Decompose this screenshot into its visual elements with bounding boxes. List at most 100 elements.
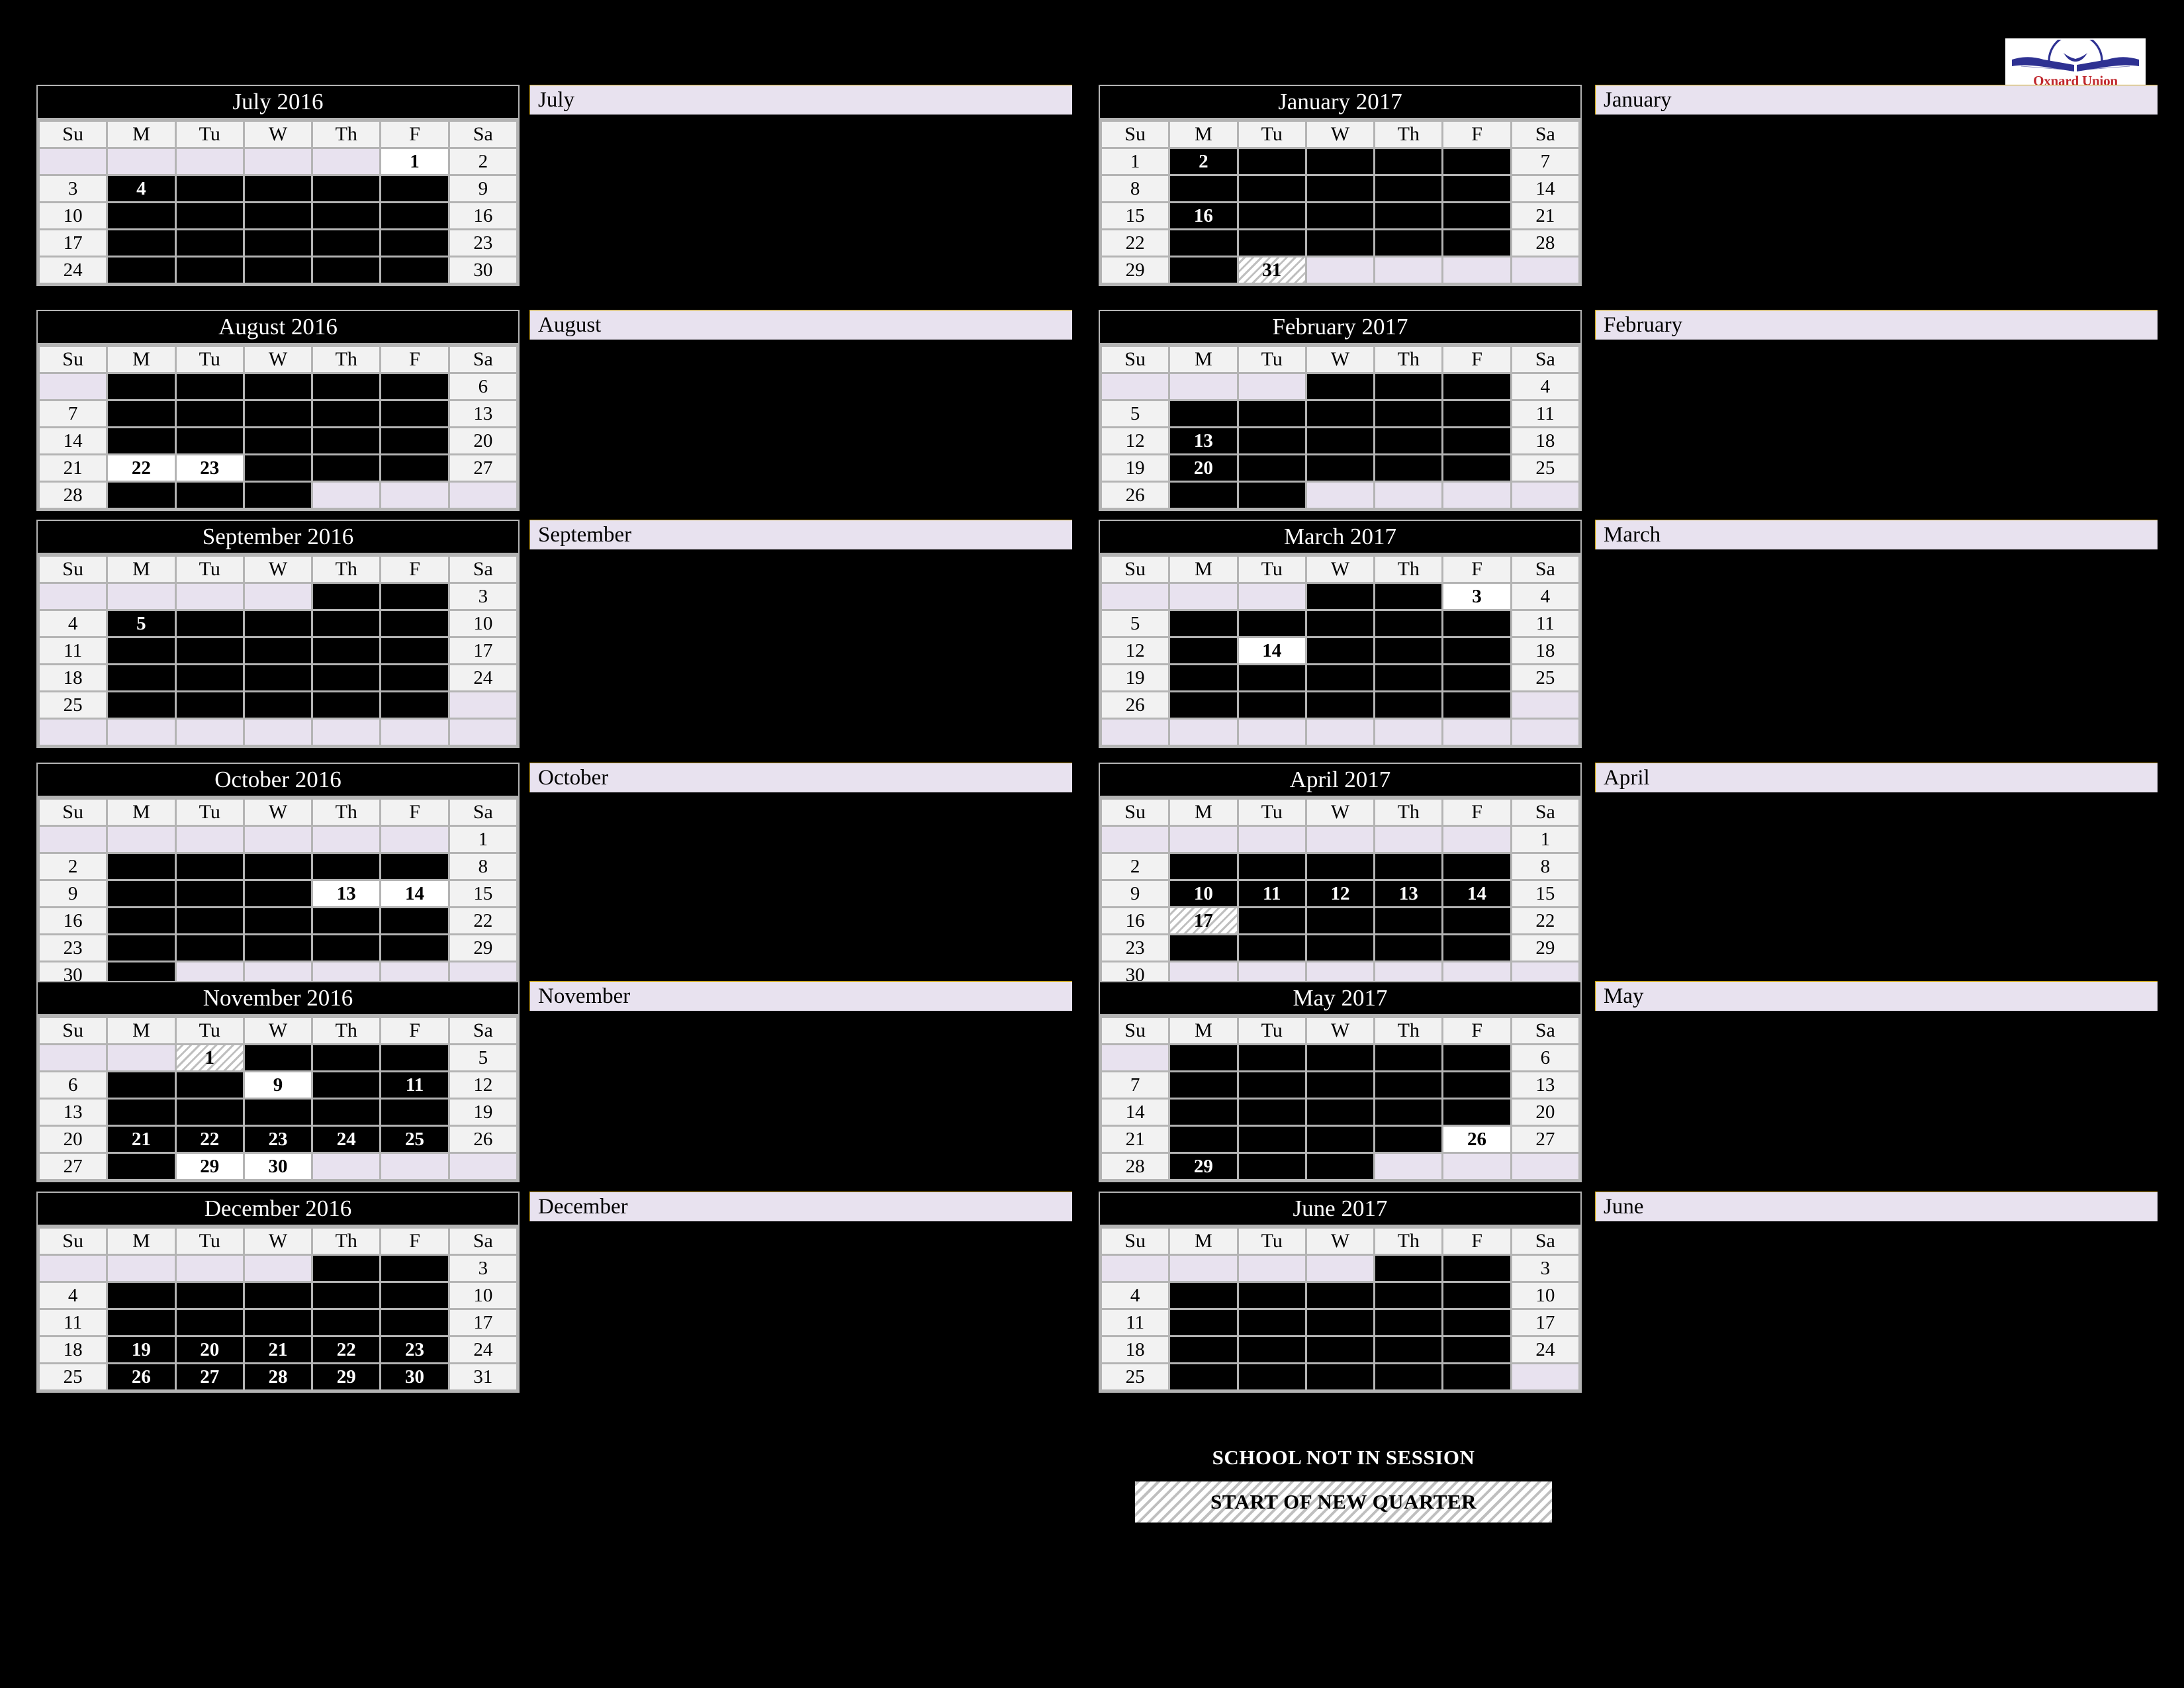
day-cell[interactable]: 4 <box>108 176 175 201</box>
day-cell[interactable] <box>1306 1337 1374 1362</box>
day-cell[interactable] <box>108 428 175 453</box>
day-cell[interactable]: 19 <box>1102 455 1169 481</box>
month-note-body[interactable] <box>529 340 1072 516</box>
day-cell[interactable] <box>1238 1283 1305 1308</box>
day-cell[interactable] <box>1306 638 1374 663</box>
day-cell[interactable] <box>108 935 175 961</box>
day-cell[interactable]: 6 <box>1512 1045 1578 1070</box>
day-cell[interactable]: 20 <box>449 428 516 453</box>
day-cell[interactable] <box>1443 665 1510 690</box>
day-cell[interactable]: 18 <box>40 1337 107 1362</box>
day-cell[interactable] <box>1238 1072 1305 1098</box>
day-cell[interactable]: 13 <box>1170 428 1237 453</box>
day-cell[interactable] <box>1375 230 1442 256</box>
day-cell[interactable]: 26 <box>108 1364 175 1389</box>
day-cell[interactable] <box>176 908 243 933</box>
day-cell[interactable]: 29 <box>1170 1154 1237 1179</box>
day-cell[interactable] <box>381 428 448 453</box>
day-cell[interactable] <box>313 428 380 453</box>
day-cell[interactable]: 11 <box>1512 401 1578 426</box>
day-cell[interactable] <box>1170 401 1237 426</box>
day-cell[interactable]: 24 <box>449 1337 516 1362</box>
day-cell[interactable] <box>381 935 448 961</box>
day-cell[interactable]: 21 <box>1102 1127 1169 1152</box>
day-cell[interactable]: 20 <box>176 1337 243 1362</box>
day-cell[interactable]: 28 <box>1512 230 1578 256</box>
day-cell[interactable]: 13 <box>449 401 516 426</box>
day-cell[interactable]: 25 <box>40 692 107 718</box>
day-cell[interactable]: 13 <box>40 1100 107 1125</box>
day-cell[interactable] <box>1443 374 1510 399</box>
day-cell[interactable] <box>1238 401 1305 426</box>
day-cell[interactable] <box>381 374 448 399</box>
day-cell[interactable]: 6 <box>449 374 516 399</box>
day-cell[interactable]: 29 <box>176 1154 243 1179</box>
day-cell[interactable] <box>313 203 380 228</box>
day-cell[interactable] <box>313 401 380 426</box>
day-cell[interactable] <box>1238 1154 1305 1179</box>
day-cell[interactable] <box>108 258 175 283</box>
day-cell[interactable] <box>244 203 312 228</box>
day-cell[interactable]: 31 <box>449 1364 516 1389</box>
day-cell[interactable]: 23 <box>244 1127 312 1152</box>
day-cell[interactable] <box>1170 935 1237 961</box>
day-cell[interactable]: 31 <box>1238 258 1305 283</box>
day-cell[interactable] <box>1238 1337 1305 1362</box>
day-cell[interactable] <box>1306 854 1374 879</box>
day-cell[interactable] <box>1170 483 1237 508</box>
day-cell[interactable] <box>381 584 448 609</box>
day-cell[interactable] <box>381 203 448 228</box>
day-cell[interactable] <box>108 401 175 426</box>
day-cell[interactable] <box>1306 401 1374 426</box>
day-cell[interactable] <box>381 611 448 636</box>
day-cell[interactable]: 7 <box>1512 149 1578 174</box>
day-cell[interactable] <box>108 374 175 399</box>
day-cell[interactable] <box>313 638 380 663</box>
day-cell[interactable] <box>176 665 243 690</box>
day-cell[interactable]: 18 <box>40 665 107 690</box>
day-cell[interactable] <box>244 176 312 201</box>
day-cell[interactable]: 22 <box>1102 230 1169 256</box>
day-cell[interactable] <box>1238 665 1305 690</box>
day-cell[interactable] <box>1375 374 1442 399</box>
day-cell[interactable] <box>1375 935 1442 961</box>
day-cell[interactable] <box>1375 854 1442 879</box>
day-cell[interactable]: 23 <box>40 935 107 961</box>
day-cell[interactable] <box>1443 1283 1510 1308</box>
day-cell[interactable] <box>313 1310 380 1335</box>
day-cell[interactable] <box>108 638 175 663</box>
day-cell[interactable] <box>108 230 175 256</box>
month-note-body[interactable] <box>529 792 1072 977</box>
day-cell[interactable] <box>1306 1283 1374 1308</box>
day-cell[interactable] <box>313 584 380 609</box>
day-cell[interactable]: 18 <box>1512 638 1578 663</box>
day-cell[interactable] <box>313 665 380 690</box>
day-cell[interactable]: 14 <box>381 881 448 906</box>
day-cell[interactable]: 26 <box>1102 483 1169 508</box>
day-cell[interactable] <box>381 230 448 256</box>
month-note-body[interactable] <box>529 1011 1072 1188</box>
day-cell[interactable] <box>1238 611 1305 636</box>
day-cell[interactable]: 4 <box>1512 584 1578 609</box>
day-cell[interactable]: 1 <box>449 827 516 852</box>
day-cell[interactable] <box>244 428 312 453</box>
day-cell[interactable]: 29 <box>449 935 516 961</box>
day-cell[interactable]: 23 <box>176 455 243 481</box>
day-cell[interactable] <box>1306 908 1374 933</box>
day-cell[interactable] <box>313 908 380 933</box>
day-cell[interactable]: 9 <box>244 1072 312 1098</box>
day-cell[interactable] <box>244 1100 312 1125</box>
day-cell[interactable] <box>1238 455 1305 481</box>
day-cell[interactable]: 21 <box>108 1127 175 1152</box>
day-cell[interactable] <box>1170 1100 1237 1125</box>
day-cell[interactable] <box>1170 176 1237 201</box>
day-cell[interactable] <box>313 611 380 636</box>
day-cell[interactable]: 22 <box>1512 908 1578 933</box>
day-cell[interactable] <box>313 854 380 879</box>
day-cell[interactable] <box>244 258 312 283</box>
day-cell[interactable]: 17 <box>40 230 107 256</box>
day-cell[interactable]: 25 <box>381 1127 448 1152</box>
day-cell[interactable]: 5 <box>1102 401 1169 426</box>
day-cell[interactable]: 14 <box>1102 1100 1169 1125</box>
day-cell[interactable] <box>1375 1256 1442 1281</box>
